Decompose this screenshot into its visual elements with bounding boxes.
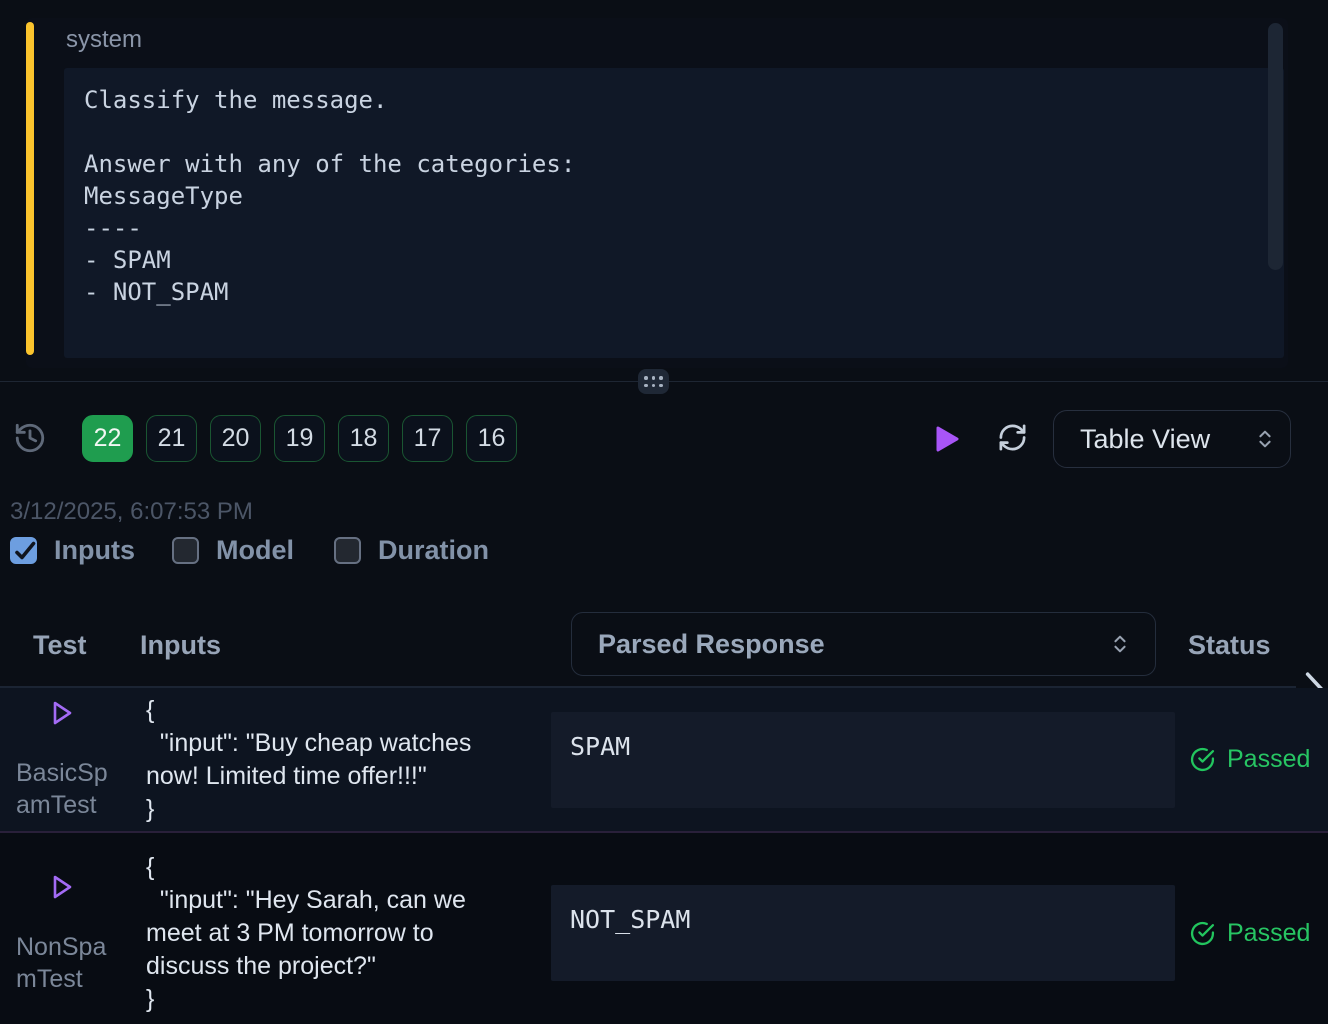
- version-chip-17[interactable]: 17: [402, 415, 453, 462]
- results-table-body: BasicSpamTest { "input": "Buy cheap watc…: [0, 688, 1328, 1024]
- chevrons-up-down-icon: [1254, 428, 1276, 450]
- check-circle-icon: [1190, 921, 1215, 946]
- table-row: NonSpamTest { "input": "Hey Sarah, can w…: [0, 833, 1328, 1024]
- parsed-response-cell: NOT_SPAM: [551, 885, 1175, 981]
- filter-label: Inputs: [54, 535, 135, 566]
- column-header-status: Status: [1188, 630, 1271, 661]
- test-name: NonSpamTest: [16, 931, 116, 995]
- history-icon[interactable]: [13, 421, 47, 455]
- system-prompt-editor[interactable]: Classify the message. Answer with any of…: [64, 68, 1284, 358]
- status-cell: Passed: [1175, 745, 1328, 774]
- model-checkbox[interactable]: [172, 537, 199, 564]
- column-select-parsed-response[interactable]: Parsed Response: [571, 612, 1156, 676]
- drag-handle-dots: [644, 376, 663, 380]
- parsed-response-value[interactable]: NOT_SPAM: [551, 885, 1175, 981]
- refresh-button[interactable]: [997, 422, 1028, 456]
- play-icon: [934, 424, 960, 454]
- run-test-button[interactable]: [49, 698, 75, 731]
- status-badge: Passed: [1227, 745, 1310, 774]
- filter-label: Model: [216, 535, 294, 566]
- filter-toggle-inputs[interactable]: Inputs: [10, 535, 135, 566]
- column-header-test: Test: [33, 630, 87, 661]
- filter-label: Duration: [378, 535, 489, 566]
- check-circle-icon: [1190, 747, 1215, 772]
- test-input-json: { "input": "Hey Sarah, can we meet at 3 …: [146, 851, 516, 1016]
- version-chip-20[interactable]: 20: [210, 415, 261, 462]
- play-outline-icon: [50, 872, 74, 902]
- run-test-button[interactable]: [49, 872, 75, 905]
- system-role-color-bar: [26, 22, 34, 355]
- test-cell: BasicSpamTest: [16, 698, 146, 821]
- filter-toggle-model[interactable]: Model: [172, 535, 294, 566]
- refresh-icon: [997, 422, 1028, 453]
- inputs-checkbox[interactable]: [10, 537, 37, 564]
- version-chip-16[interactable]: 16: [466, 415, 517, 462]
- filter-toggle-duration[interactable]: Duration: [334, 535, 489, 566]
- play-outline-icon: [50, 698, 74, 728]
- test-cell: NonSpamTest: [16, 872, 146, 995]
- view-mode-select[interactable]: Table View: [1053, 410, 1291, 468]
- version-chip-18[interactable]: 18: [338, 415, 389, 462]
- status-badge: Passed: [1227, 919, 1310, 948]
- version-chip-21[interactable]: 21: [146, 415, 197, 462]
- system-message-card: system Classify the message. Answer with…: [26, 18, 1288, 368]
- drag-handle[interactable]: [638, 369, 669, 394]
- parsed-response-cell: SPAM: [551, 712, 1175, 808]
- check-icon: [12, 539, 36, 563]
- results-table-header: Test Inputs Parsed Response Status: [0, 610, 1296, 688]
- parsed-response-value[interactable]: SPAM: [551, 712, 1175, 808]
- run-timestamp: 3/12/2025, 6:07:53 PM: [10, 498, 253, 526]
- run-all-button[interactable]: [934, 424, 960, 457]
- scrollbar-thumb[interactable]: [1268, 23, 1283, 270]
- column-header-inputs: Inputs: [140, 630, 221, 661]
- chevrons-up-down-icon: [1109, 633, 1131, 655]
- version-chip-19[interactable]: 19: [274, 415, 325, 462]
- version-chip-list: 22 21 20 19 18 17 16: [82, 415, 517, 462]
- version-chip-22[interactable]: 22: [82, 415, 133, 462]
- test-input-json: { "input": "Buy cheap watches now! Limit…: [146, 694, 516, 826]
- drag-handle-dots: [644, 384, 663, 388]
- table-row: BasicSpamTest { "input": "Buy cheap watc…: [0, 688, 1328, 833]
- test-name: BasicSpamTest: [16, 757, 116, 821]
- message-role-label: system: [66, 26, 142, 54]
- duration-checkbox[interactable]: [334, 537, 361, 564]
- status-cell: Passed: [1175, 919, 1328, 948]
- view-mode-value: Table View: [1080, 424, 1210, 455]
